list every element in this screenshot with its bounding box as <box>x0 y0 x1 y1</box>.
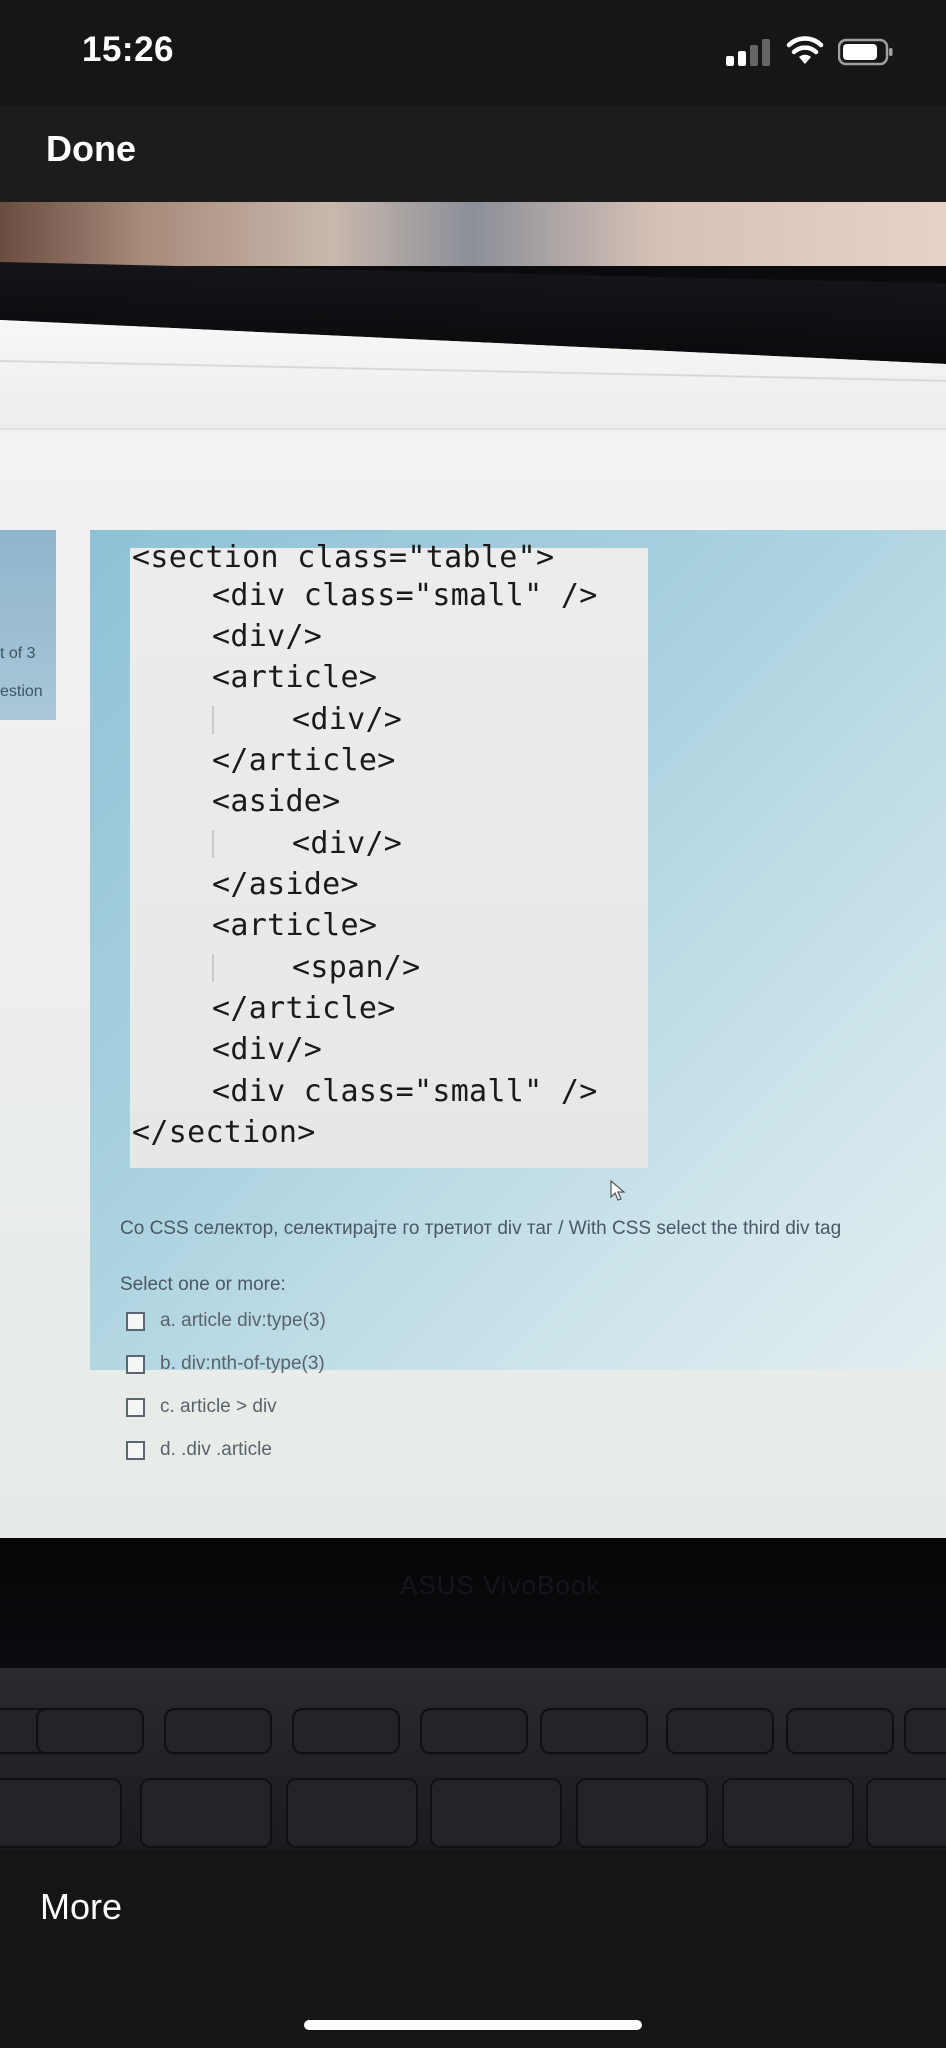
question-text: Со CSS селектор, селектирајте го третиот… <box>120 1218 842 1239</box>
code-line: <article> <box>212 908 378 943</box>
nav-text-line1: t of 3 <box>0 645 36 662</box>
code-line: </article> <box>212 991 396 1026</box>
cellular-signal-icon <box>726 38 770 66</box>
code-line: </article> <box>212 743 396 778</box>
battery-icon <box>838 38 893 66</box>
photo-of-laptop-screen[interactable]: t of 3 estion <section class="table"> <d… <box>0 202 946 1850</box>
laptop-bottom-bezel <box>0 1538 946 1668</box>
checkbox[interactable] <box>126 1312 145 1331</box>
laptop-brand-logo: ASUS VivoBook <box>400 1570 601 1600</box>
option-label: d. .div .article <box>160 1439 272 1460</box>
code-line: <div/> <box>212 619 323 654</box>
laptop-screen: t of 3 estion <section class="table"> <d… <box>0 320 946 1538</box>
wifi-icon <box>786 36 824 64</box>
done-button[interactable]: Done <box>46 128 136 170</box>
checkbox[interactable] <box>126 1398 145 1417</box>
option-label: a. article div:type(3) <box>160 1310 326 1331</box>
more-button[interactable]: More <box>40 1886 122 1928</box>
code-line: <div/> <box>212 1032 323 1067</box>
code-line: <div/> <box>292 702 403 737</box>
code-line: <article> <box>212 660 378 695</box>
photo-viewer-bottom-bar: More <box>0 1850 946 2048</box>
option-label: b. div:nth-of-type(3) <box>160 1353 325 1374</box>
code-line: <span/> <box>292 950 421 985</box>
code-line: <div class="small" /> <box>212 1074 598 1109</box>
status-bar: 15:26 <box>0 0 946 106</box>
checkbox[interactable] <box>126 1355 145 1374</box>
mouse-pointer-icon <box>610 1180 626 1201</box>
laptop-keyboard <box>0 1668 946 1850</box>
code-line: <div/> <box>292 826 403 861</box>
code-line: <div class="small" /> <box>212 578 598 613</box>
code-line: <aside> <box>212 784 341 819</box>
background-room <box>0 202 946 266</box>
photo-viewer-top-bar: Done <box>0 106 946 202</box>
option-label: c. article > div <box>160 1396 277 1417</box>
code-line: </aside> <box>212 867 359 902</box>
status-time: 15:26 <box>82 30 175 69</box>
checkbox[interactable] <box>126 1441 145 1460</box>
select-instruction: Select one or more: <box>120 1274 286 1295</box>
quiz-navigation-block: t of 3 estion <box>0 530 56 720</box>
code-snippet: <section class="table"> <div class="smal… <box>130 540 648 1168</box>
nav-text-line2: estion <box>0 683 43 700</box>
code-line: <section class="table"> <box>132 540 555 575</box>
home-indicator[interactable] <box>304 2020 642 2030</box>
code-line: </section> <box>132 1115 316 1150</box>
